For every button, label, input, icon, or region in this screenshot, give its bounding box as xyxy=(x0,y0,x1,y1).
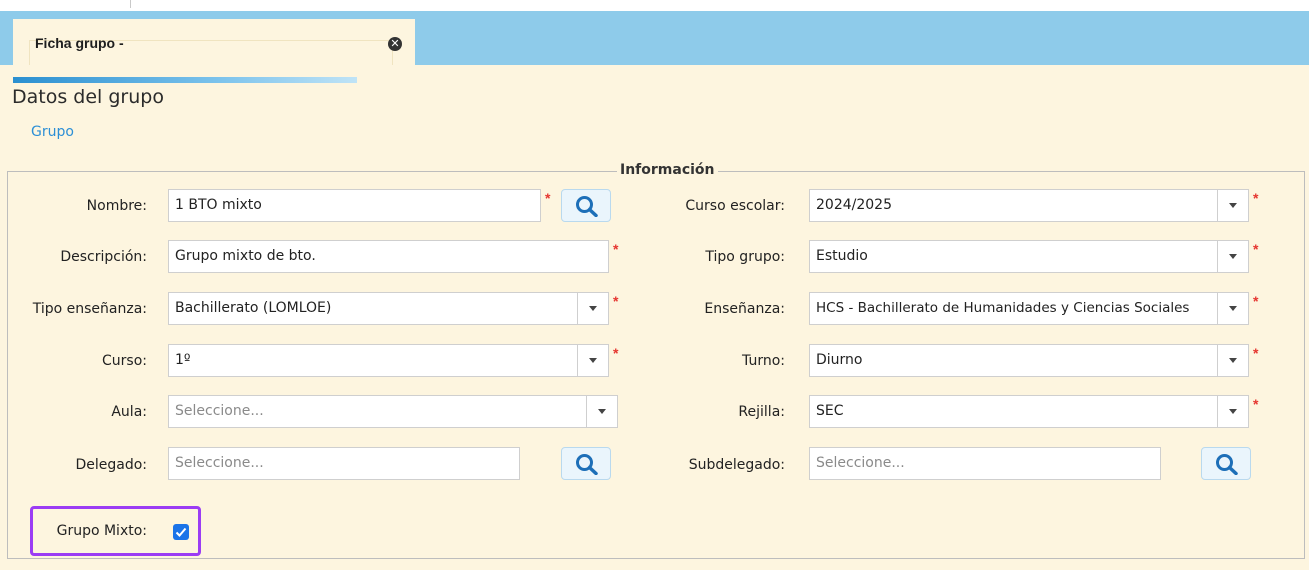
required-mark: * xyxy=(1253,190,1259,206)
aula-placeholder: Seleccione... xyxy=(175,403,264,419)
tab-title: Ficha grupo - xyxy=(35,35,124,51)
turno-select[interactable]: Diurno xyxy=(809,344,1249,377)
rejilla-value: SEC xyxy=(816,403,844,419)
breadcrumb-grupo[interactable]: Grupo xyxy=(31,124,74,140)
top-strip xyxy=(0,0,1309,11)
curso-label: Curso: xyxy=(102,353,147,369)
curso-escolar-label: Curso escolar: xyxy=(685,198,785,214)
rejilla-select[interactable]: SEC xyxy=(809,395,1249,428)
search-icon xyxy=(1216,454,1238,475)
grupo-mixto-checkbox[interactable] xyxy=(173,524,189,540)
required-mark: * xyxy=(1253,293,1259,309)
search-icon xyxy=(576,196,598,217)
nombre-label: Nombre: xyxy=(86,198,147,214)
delegado-field[interactable]: Seleccione... xyxy=(168,447,520,480)
section-legend: Información xyxy=(617,162,718,178)
ensenanza-select[interactable]: HCS - Bachillerato de Humanidades y Cien… xyxy=(809,292,1249,325)
required-mark: * xyxy=(545,190,551,206)
tipo-ensenanza-value: Bachillerato (LOMLOE) xyxy=(175,300,332,316)
aula-label: Aula: xyxy=(111,404,147,420)
chevron-down-icon[interactable] xyxy=(1217,396,1248,427)
descripcion-label: Descripción: xyxy=(60,249,147,265)
subdelegado-field[interactable]: Seleccione... xyxy=(809,447,1161,480)
curso-escolar-value: 2024/2025 xyxy=(816,197,892,213)
curso-escolar-select[interactable]: 2024/2025 xyxy=(809,189,1249,222)
ensenanza-label: Enseñanza: xyxy=(704,301,785,317)
tab-indicator xyxy=(13,77,357,83)
nombre-search-button[interactable] xyxy=(561,189,611,222)
tipo-ensenanza-select[interactable]: Bachillerato (LOMLOE) xyxy=(168,292,609,325)
search-icon xyxy=(576,454,598,475)
check-icon xyxy=(175,527,187,537)
ensenanza-value: HCS - Bachillerato de Humanidades y Cien… xyxy=(816,300,1190,316)
chevron-down-icon[interactable] xyxy=(586,396,617,427)
close-icon[interactable]: ✕ xyxy=(388,37,402,51)
chevron-down-icon[interactable] xyxy=(1217,190,1248,221)
required-mark: * xyxy=(1253,396,1259,412)
chevron-down-icon[interactable] xyxy=(1217,345,1248,376)
page-title: Datos del grupo xyxy=(12,86,164,108)
chevron-down-icon[interactable] xyxy=(1217,293,1248,324)
turno-value: Diurno xyxy=(816,352,863,368)
curso-value: 1º xyxy=(175,352,191,368)
required-mark: * xyxy=(1253,241,1259,257)
tipo-ensenanza-label: Tipo enseñanza: xyxy=(32,301,147,317)
delegado-search-button[interactable] xyxy=(561,447,611,480)
descripcion-field[interactable]: Grupo mixto de bto. xyxy=(168,240,609,273)
required-mark: * xyxy=(613,293,619,309)
turno-label: Turno: xyxy=(742,353,785,369)
chevron-down-icon[interactable] xyxy=(577,345,608,376)
divider xyxy=(130,0,131,8)
aula-select[interactable]: Seleccione... xyxy=(168,395,618,428)
rejilla-label: Rejilla: xyxy=(738,404,785,420)
required-mark: * xyxy=(613,241,619,257)
chevron-down-icon[interactable] xyxy=(577,293,608,324)
tipo-grupo-select[interactable]: Estudio xyxy=(809,240,1249,273)
curso-select[interactable]: 1º xyxy=(168,344,609,377)
delegado-label: Delegado: xyxy=(75,457,147,473)
tipo-grupo-value: Estudio xyxy=(816,248,868,264)
subdelegado-label: Subdelegado: xyxy=(688,457,785,473)
required-mark: * xyxy=(613,345,619,361)
nombre-field[interactable]: 1 BTO mixto xyxy=(168,189,541,222)
chevron-down-icon[interactable] xyxy=(1217,241,1248,272)
grupo-mixto-label: Grupo Mixto: xyxy=(56,523,147,539)
subdelegado-search-button[interactable] xyxy=(1201,447,1251,480)
tab-ficha-grupo[interactable]: Ficha grupo - ✕ xyxy=(13,19,415,84)
tipo-grupo-label: Tipo grupo: xyxy=(705,249,785,265)
required-mark: * xyxy=(1253,345,1259,361)
